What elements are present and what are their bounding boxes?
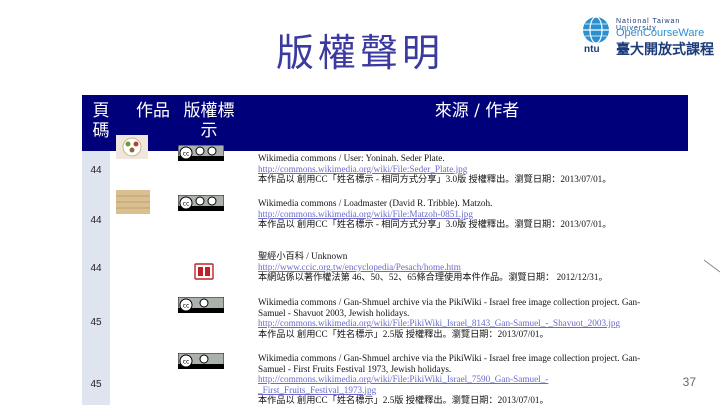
table-header: 頁 碼 作品 版權標 示 來源 / 作者 (82, 95, 688, 151)
svg-text:cc: cc (183, 151, 190, 158)
license-text: 本作品以 創用CC「姓名標示 - 相同方式分享」3.0版 授權釋出。瀏覽日期：2… (258, 174, 612, 185)
logo-chinese: 臺大開放式課程 (616, 42, 714, 58)
logo-abbr: ntu (584, 44, 600, 55)
row-page: 44 (90, 263, 102, 274)
fair-use-icon (194, 263, 214, 280)
cc-by-sa-icon: cc (178, 195, 224, 211)
logo-brand: OpenCourseWare (616, 27, 705, 39)
svg-text:cc: cc (183, 303, 190, 310)
row-page: 45 (90, 379, 102, 390)
source-link[interactable]: http://commons.wikimedia.org/wiki/File:P… (258, 374, 688, 385)
source-link[interactable]: http://commons.wikimedia.org/wiki/File:S… (258, 164, 688, 175)
row-page: 44 (90, 215, 102, 226)
license-text: 本作品以 創用CC「姓名標示」2.5版 授權釋出。瀏覽日期：2013/07/01… (258, 395, 549, 406)
source-text: Samuel - First Fruits Festival 1973, Jew… (258, 363, 452, 374)
seder-plate-thumbnail (116, 135, 148, 159)
source-text: 聖經小百科 / Unknown (258, 251, 348, 261)
header-source: 來源 / 作者 (434, 101, 520, 121)
source-link[interactable]: _First_Fruits_Festival_1973.jpg (258, 385, 688, 396)
cc-by-icon: cc (178, 297, 224, 313)
cc-by-icon: cc (178, 353, 224, 369)
source-link[interactable]: http://commons.wikimedia.org/wiki/File:M… (258, 209, 688, 220)
svg-text:cc: cc (183, 359, 190, 366)
row-source-1: Wikimedia commons / User: Yoninah. Seder… (258, 153, 688, 185)
row-page: 45 (90, 317, 102, 328)
row-source-2: Wikimedia commons / Loadmaster (David R.… (258, 198, 688, 230)
cc-by-sa-icon: cc (178, 145, 224, 161)
source-link[interactable]: http://commons.wikimedia.org/wiki/File:P… (258, 318, 688, 329)
source-text: Wikimedia commons / User: Yoninah. Seder… (258, 153, 445, 163)
row-source-5: Wikimedia commons / Gan-Shmuel archive v… (258, 353, 688, 406)
matzoh-thumbnail (116, 190, 150, 214)
svg-text:cc: cc (183, 201, 190, 208)
page-column (82, 151, 110, 405)
page-number: 37 (682, 375, 696, 389)
ntu-ocw-logo: National Taiwan University OpenCourseWar… (578, 8, 718, 60)
copyright-table: 頁 碼 作品 版權標 示 來源 / 作者 44 cc Wikimedia com… (82, 95, 688, 405)
row-source-4: Wikimedia commons / Gan-Shmuel archive v… (258, 297, 688, 339)
header-page: 頁 碼 (92, 101, 110, 141)
header-license: 版權標 示 (183, 101, 235, 141)
row-source-3: 聖經小百科 / Unknown http://www.ccic.org.tw/e… (258, 251, 688, 283)
source-link[interactable]: http://www.ccic.org.tw/encyclopedia/Pesa… (258, 262, 688, 273)
globe-icon (583, 16, 609, 44)
license-text: 本網站係以著作權法第 46、50、52、65條合理使用本件作品。瀏覽日期： 20… (258, 272, 608, 283)
source-text: Samuel - Shavuot 2003, Jewish holidays. (258, 307, 410, 318)
source-text: Wikimedia commons / Gan-Shmuel archive v… (258, 297, 641, 307)
row-page: 44 (90, 165, 102, 176)
source-text: Wikimedia commons / Loadmaster (David R.… (258, 198, 493, 208)
corner-decoration (704, 259, 720, 273)
license-text: 本作品以 創用CC「姓名標示 - 相同方式分享」3.0版 授權釋出。瀏覽日期：2… (258, 219, 612, 230)
license-text: 本作品以 創用CC「姓名標示」2.5版 授權釋出。瀏覽日期：2013/07/01… (258, 328, 549, 339)
source-text: Wikimedia commons / Gan-Shmuel archive v… (258, 353, 641, 363)
